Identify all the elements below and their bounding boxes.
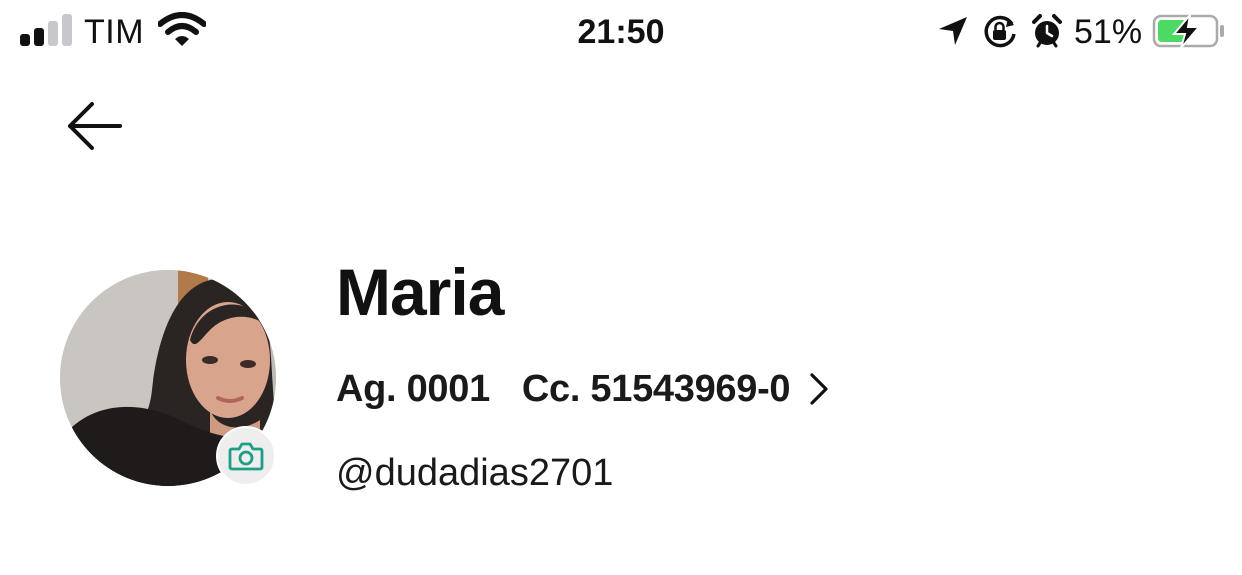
chevron-right-icon [810, 373, 828, 405]
alarm-icon [1032, 14, 1062, 48]
rotation-lock-icon [984, 15, 1016, 48]
agency-number: Ag. 0001 [336, 368, 490, 410]
profile-screen: TIM 21:50 51% Maria Ag. 0001 Cc. 5154396… [0, 0, 1242, 575]
status-bar: TIM 21:50 51% [0, 0, 1242, 64]
battery-percent: 51% [1074, 13, 1143, 51]
battery-icon [1152, 13, 1224, 49]
location-arrow-icon [939, 17, 967, 45]
profile-name: Maria [336, 255, 504, 329]
account-details-link[interactable]: Ag. 0001 Cc. 51543969-0 [336, 364, 830, 414]
profile-username: @dudadias2701 [336, 452, 614, 494]
charging-bolt-icon [1171, 13, 1202, 49]
change-photo-button[interactable] [216, 426, 276, 486]
arrow-left-icon [68, 102, 122, 150]
back-button[interactable] [62, 96, 128, 156]
camera-icon [228, 442, 264, 471]
account-number: Cc. 51543969-0 [521, 368, 791, 410]
